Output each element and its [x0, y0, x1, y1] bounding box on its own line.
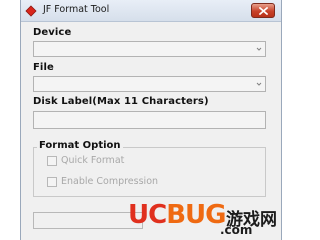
disk-label-input[interactable] — [33, 111, 266, 129]
progress-bar — [33, 212, 143, 229]
quick-format-checkbox[interactable] — [47, 156, 57, 166]
close-button[interactable] — [251, 3, 275, 18]
quick-format-label: Quick Format — [61, 155, 125, 166]
enable-compression-checkbox[interactable] — [47, 177, 57, 187]
watermark-logo: UCBUG — [128, 200, 226, 230]
close-icon — [259, 7, 268, 15]
file-select[interactable] — [33, 76, 266, 92]
disk-label-label: Disk Label(Max 11 Characters) — [33, 96, 209, 107]
app-icon — [25, 5, 37, 17]
watermark-domain: .com — [220, 223, 253, 237]
device-label: Device — [33, 27, 72, 38]
watermark-brand-bug: BUG — [166, 200, 226, 230]
file-label: File — [33, 62, 54, 73]
window-title: JF Format Tool — [43, 4, 110, 15]
chevron-down-icon[interactable] — [254, 78, 264, 90]
title-bar[interactable]: JF Format Tool — [21, 0, 281, 22]
chevron-down-icon[interactable] — [254, 43, 264, 55]
format-option-legend: Format Option — [37, 140, 123, 151]
enable-compression-label: Enable Compression — [61, 176, 159, 187]
device-select[interactable] — [33, 41, 266, 57]
watermark-brand-uc: UC — [128, 200, 167, 230]
ucbug-watermark: UCBUG 游戏网 .com — [128, 200, 288, 240]
